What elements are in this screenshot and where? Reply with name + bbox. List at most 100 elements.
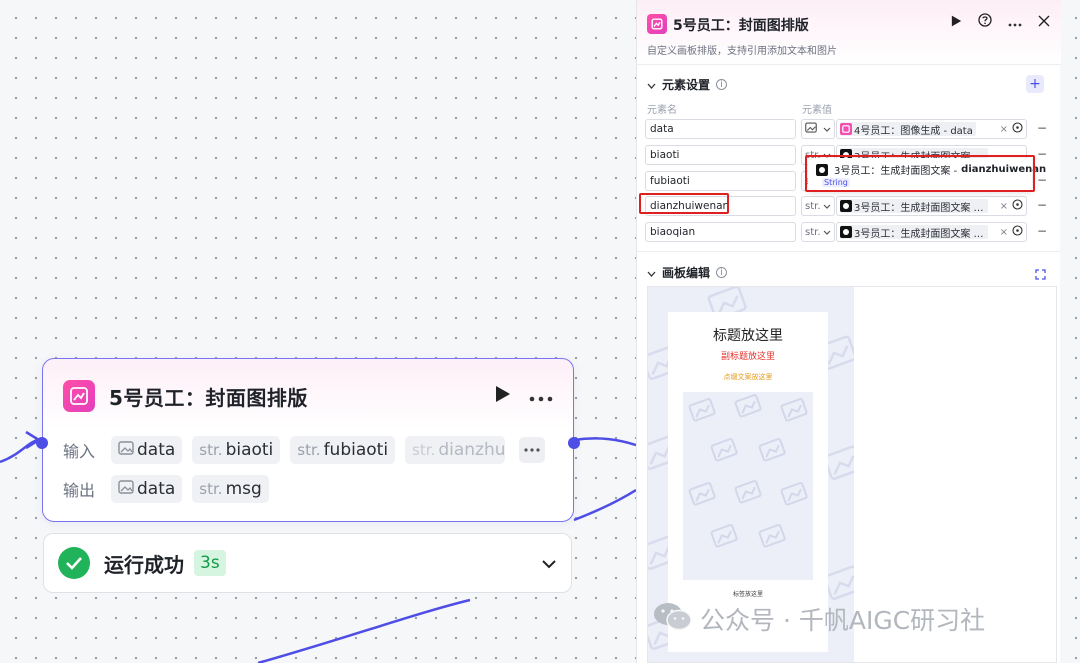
chevron-down-icon [823,227,831,238]
output-name: data [137,479,176,499]
element-name-input[interactable]: fubiaoti [645,171,796,191]
info-icon: i [716,267,728,278]
type-select[interactable]: str. [801,222,835,242]
panel-title: 5号员工：封面图排版 [673,18,809,34]
run-status-bar[interactable]: 运行成功 3s [43,533,572,593]
element-row: data 4号员工：图像生成 - data × − [645,119,1053,139]
reference-text: 4号员工：图像生成 - data [854,125,973,137]
agent-icon [816,163,828,176]
clear-icon[interactable]: × [1000,227,1008,238]
output-chip-msg[interactable]: str. msg [192,475,269,503]
target-icon[interactable] [1012,122,1023,136]
node-title: 5号员工：封面图排版 [109,385,308,410]
reference-chip: 4号员工：图像生成 - data [840,122,976,136]
clear-icon[interactable]: × [1000,124,1008,135]
node-header: 5号员工：封面图排版 [63,379,553,413]
input-name: dianzhu [438,440,506,460]
canvas-title-text[interactable]: 标题放这里 [668,325,828,345]
section-title: 元素设置 [662,78,711,92]
image-icon [118,440,134,460]
target-icon[interactable] [1012,225,1023,239]
agent-icon [840,200,852,212]
element-name-input[interactable]: data [645,119,796,139]
type-label: str. [199,480,223,498]
canvas-subtitle-text[interactable]: 副标题放这里 [668,349,828,362]
input-label: 输入 [63,442,96,461]
more-inputs-button[interactable] [519,437,545,463]
element-value-field[interactable]: 4号员工：图像生成 - data × [836,119,1027,139]
run-icon[interactable] [951,12,962,31]
remove-row-icon[interactable]: − [1037,121,1047,135]
element-row: biaoqian str. 3号员工：生成封面图文案 - bia… × − [645,222,1053,242]
element-value-field[interactable]: 3号员工：生成封面图文案 - bia… × [836,222,1027,242]
reference-chip: 3号员工：生成封面图文案 - bia… [840,225,988,239]
chevron-down-icon [647,78,656,92]
canvas-edit-header[interactable]: 画板编辑 i [647,264,728,281]
status-text: 运行成功 [104,552,184,577]
chevron-down-icon[interactable] [541,554,557,573]
agent-icon [840,226,852,238]
element-value-field[interactable]: 3号员工：生成封面图文案 - dia… × [836,196,1027,216]
run-icon[interactable] [495,385,511,407]
input-name: fubiaoti [323,440,389,460]
chevron-down-icon [823,201,831,212]
element-name-input[interactable]: biaoti [645,145,796,165]
canvas-layout-icon [647,14,667,34]
more-icon[interactable] [529,387,553,406]
tooltip-source: 3号员工：生成封面图文案 - [834,166,958,177]
check-circle-icon [58,547,90,579]
image-icon [805,122,817,136]
node-inputs: 输入 data str. biaoti str. fubiaoti str. d… [63,436,553,464]
chevron-down-icon [647,266,656,280]
type-select[interactable] [801,119,835,139]
canvas-tag-text[interactable]: 标签放这里 [668,589,828,598]
help-icon[interactable] [978,12,992,31]
output-port[interactable] [568,437,580,449]
info-icon: i [716,79,728,90]
add-element-button[interactable]: + [1026,75,1044,93]
element-settings-header[interactable]: 元素设置 i [647,76,728,93]
input-name: data [137,440,176,460]
remove-row-icon[interactable]: − [1037,198,1047,212]
canvas-image-placeholder[interactable] [683,392,813,580]
close-icon[interactable] [1038,12,1050,31]
type-label: str. [805,200,821,212]
element-name-input[interactable]: dianzhuiwenan [645,196,796,216]
reference-text: 3号员工：生成封面图文案 - bia… [854,228,985,240]
chevron-down-icon [823,124,831,135]
output-chip-data[interactable]: data [111,475,183,503]
type-label: str. [199,441,223,459]
element-row: dianzhuiwenan str. 3号员工：生成封面图文案 - dia… ×… [645,196,1053,216]
output-name: msg [225,479,262,499]
input-chip-fubiaoti[interactable]: str. fubiaoti [290,436,396,464]
reference-chip: 3号员工：生成封面图文案 - dia… [840,199,988,213]
input-chip-biaoti[interactable]: str. biaoti [192,436,281,464]
input-name: biaoti [225,440,274,460]
canvas-note-text[interactable]: 点缀文案放这里 [668,372,828,382]
node-outputs: 输出 data str. msg [63,475,553,503]
target-icon[interactable] [1012,199,1023,213]
input-chip-data[interactable]: data [111,436,183,464]
remove-row-icon[interactable]: − [1037,224,1047,238]
remove-row-icon[interactable]: − [1037,147,1047,161]
output-label: 输出 [63,481,96,500]
expand-icon[interactable] [1035,265,1046,284]
image-pattern [688,394,808,548]
image-icon [118,479,134,499]
type-select[interactable]: str. [801,196,835,216]
duration-badge: 3s [194,550,226,576]
input-chip-dianzhu[interactable]: str. dianzhu [405,436,506,464]
type-label: str. [805,226,821,238]
canvas-layout-icon [840,123,852,135]
type-label: str. [297,441,321,459]
reference-text: 3号员工：生成封面图文案 - dia… [854,202,985,214]
clear-icon[interactable]: × [1000,201,1008,212]
input-port[interactable] [36,437,48,449]
workflow-node-cover-layout[interactable]: 5号员工：封面图排版 输入 data str. biaoti str. fubi… [36,358,580,522]
element-name-input[interactable]: biaoqian [645,222,796,242]
column-header-name: 元素名 [647,105,677,116]
column-header-value: 元素值 [802,105,832,116]
node-settings-panel: 5号员工：封面图排版 自定义画板排版，支持引用添加文本和图片 元素设置 i + … [636,0,1061,663]
more-icon[interactable] [1008,12,1022,31]
watermark-text: 公众号 · 千帆AIGC研习社 [700,606,986,635]
